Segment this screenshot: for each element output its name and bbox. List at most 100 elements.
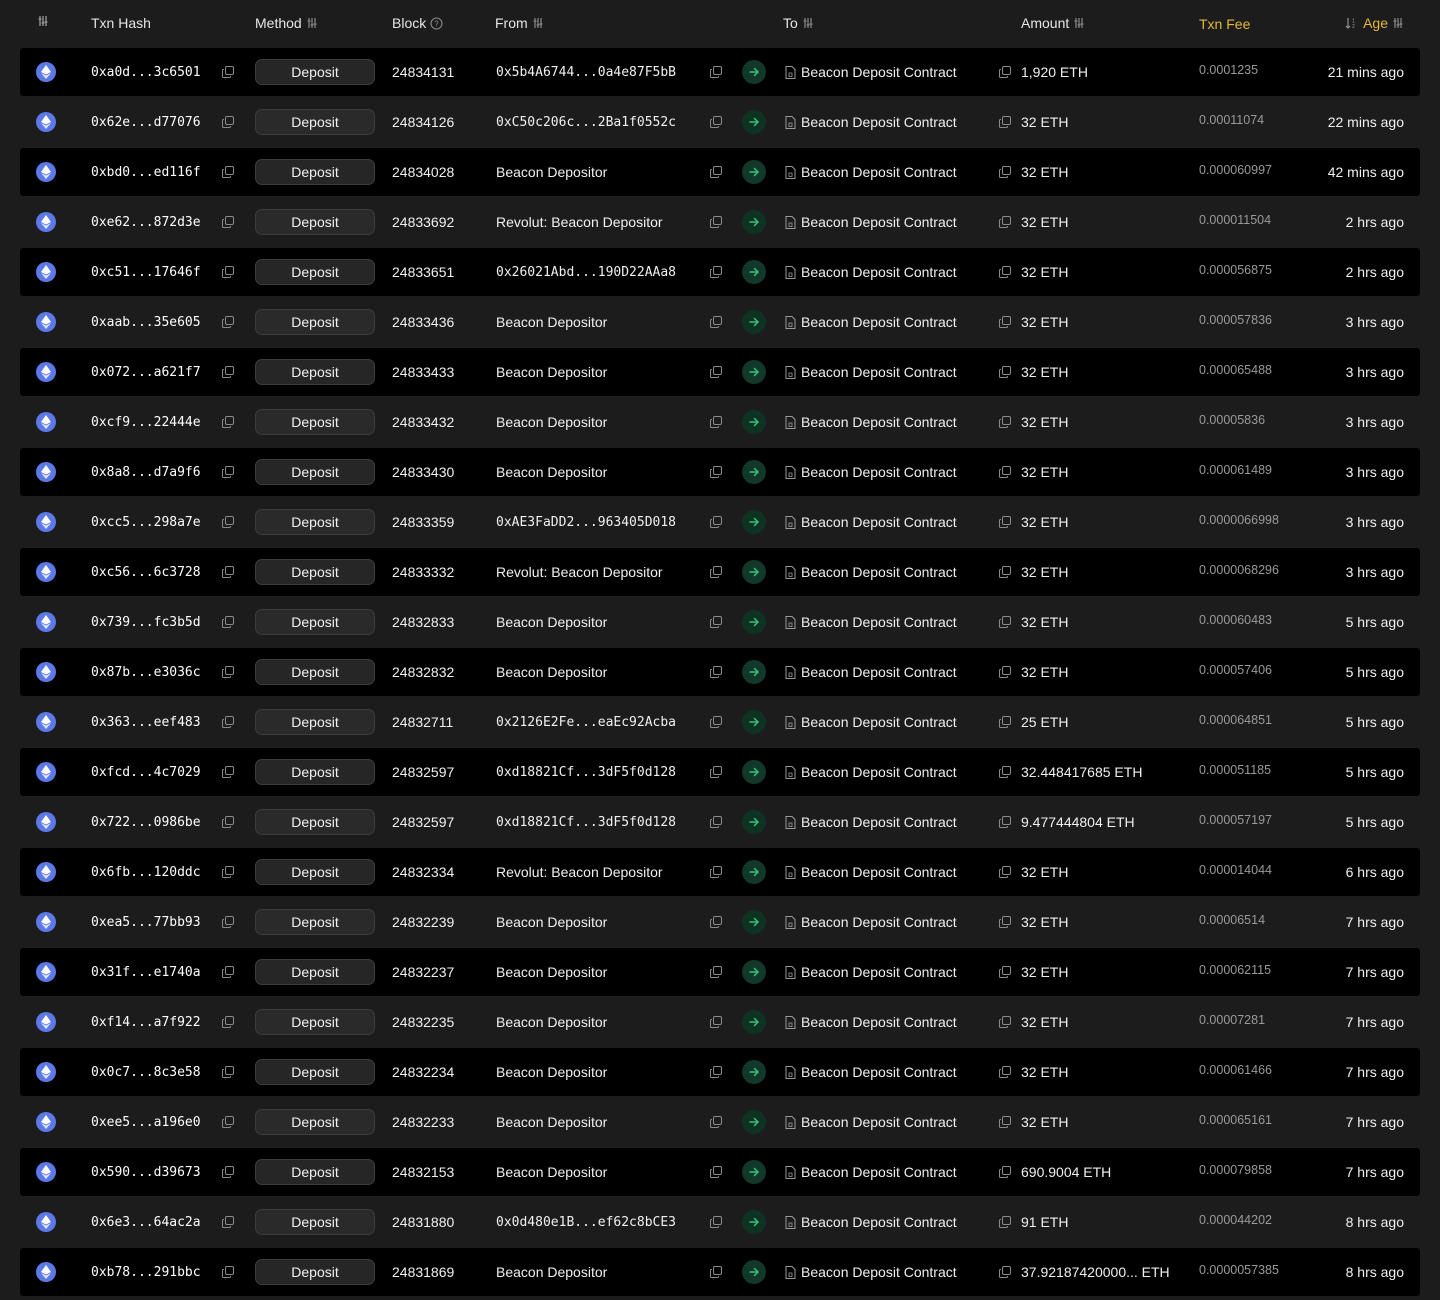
from-address-link[interactable]: Beacon Depositor	[496, 148, 607, 196]
from-address-link[interactable]: Beacon Depositor	[496, 998, 607, 1046]
txn-hash-link[interactable]: 0x0c7...8c3e58	[91, 1048, 201, 1096]
txn-hash-link[interactable]: 0x722...0986be	[91, 798, 201, 846]
copy-icon[interactable]	[999, 366, 1011, 378]
txn-hash-link[interactable]: 0x31f...e1740a	[91, 948, 201, 996]
header-txn-fee[interactable]: Txn Fee	[1199, 16, 1250, 32]
from-address-link[interactable]: Beacon Depositor	[496, 1248, 607, 1296]
txn-hash-link[interactable]: 0x87b...e3036c	[91, 648, 201, 696]
copy-icon[interactable]	[999, 666, 1011, 678]
to-address-link[interactable]: Beacon Deposit Contract	[785, 948, 957, 996]
from-address-link[interactable]: 0xAE3FaDD2...963405D018	[496, 498, 676, 546]
header-to[interactable]: To	[783, 15, 814, 31]
to-address-link[interactable]: Beacon Deposit Contract	[785, 598, 957, 646]
block-link[interactable]: 24832597	[392, 748, 454, 796]
filter-icon[interactable]	[532, 17, 544, 29]
copy-icon[interactable]	[222, 866, 234, 878]
copy-icon[interactable]	[999, 766, 1011, 778]
copy-icon[interactable]	[710, 766, 722, 778]
txn-hash-link[interactable]: 0x6e3...64ac2a	[91, 1198, 201, 1246]
copy-icon[interactable]	[710, 116, 722, 128]
from-address-link[interactable]: 0xC50c206c...2Ba1f0552c	[496, 98, 676, 146]
block-link[interactable]: 24831869	[392, 1248, 454, 1296]
to-address-link[interactable]: Beacon Deposit Contract	[785, 748, 957, 796]
copy-icon[interactable]	[222, 766, 234, 778]
copy-icon[interactable]	[999, 166, 1011, 178]
copy-icon[interactable]	[999, 516, 1011, 528]
copy-icon[interactable]	[222, 616, 234, 628]
copy-icon[interactable]	[222, 916, 234, 928]
from-address-link[interactable]: Revolut: Beacon Depositor	[496, 198, 663, 246]
copy-icon[interactable]	[999, 1166, 1011, 1178]
copy-icon[interactable]	[999, 616, 1011, 628]
copy-icon[interactable]	[222, 816, 234, 828]
copy-icon[interactable]	[222, 266, 234, 278]
copy-icon[interactable]	[999, 1016, 1011, 1028]
block-link[interactable]: 24833359	[392, 498, 454, 546]
copy-icon[interactable]	[999, 816, 1011, 828]
from-address-link[interactable]: Beacon Depositor	[496, 598, 607, 646]
copy-icon[interactable]	[222, 416, 234, 428]
copy-icon[interactable]	[710, 316, 722, 328]
copy-icon[interactable]	[222, 966, 234, 978]
to-address-link[interactable]: Beacon Deposit Contract	[785, 698, 957, 746]
to-address-link[interactable]: Beacon Deposit Contract	[785, 198, 957, 246]
to-address-link[interactable]: Beacon Deposit Contract	[785, 1048, 957, 1096]
copy-icon[interactable]	[710, 366, 722, 378]
copy-icon[interactable]	[710, 266, 722, 278]
copy-icon[interactable]	[222, 1116, 234, 1128]
from-address-link[interactable]: Revolut: Beacon Depositor	[496, 848, 663, 896]
to-address-link[interactable]: Beacon Deposit Contract	[785, 648, 957, 696]
from-address-link[interactable]: Beacon Depositor	[496, 648, 607, 696]
copy-icon[interactable]	[222, 66, 234, 78]
header-from[interactable]: From	[495, 15, 544, 31]
block-link[interactable]: 24834131	[392, 48, 454, 96]
copy-icon[interactable]	[222, 666, 234, 678]
copy-icon[interactable]	[710, 716, 722, 728]
copy-icon[interactable]	[710, 166, 722, 178]
copy-icon[interactable]	[710, 1266, 722, 1278]
copy-icon[interactable]	[999, 1266, 1011, 1278]
from-address-link[interactable]: Beacon Depositor	[496, 348, 607, 396]
to-address-link[interactable]: Beacon Deposit Contract	[785, 1148, 957, 1196]
copy-icon[interactable]	[710, 1016, 722, 1028]
block-link[interactable]: 24833430	[392, 448, 454, 496]
txn-hash-link[interactable]: 0xb78...291bbc	[91, 1248, 201, 1296]
to-address-link[interactable]: Beacon Deposit Contract	[785, 998, 957, 1046]
to-address-link[interactable]: Beacon Deposit Contract	[785, 898, 957, 946]
from-address-link[interactable]: 0x0d480e1B...ef62c8bCE3	[496, 1198, 676, 1246]
copy-icon[interactable]	[999, 216, 1011, 228]
from-address-link[interactable]: Beacon Depositor	[496, 298, 607, 346]
from-address-link[interactable]: 0xd18821Cf...3dF5f0d128	[496, 748, 676, 796]
block-link[interactable]: 24832234	[392, 1048, 454, 1096]
copy-icon[interactable]	[999, 1216, 1011, 1228]
block-link[interactable]: 24833436	[392, 298, 454, 346]
txn-hash-link[interactable]: 0xf14...a7f922	[91, 998, 201, 1046]
header-age[interactable]: 12 Age	[1345, 15, 1404, 31]
copy-icon[interactable]	[222, 716, 234, 728]
to-address-link[interactable]: Beacon Deposit Contract	[785, 1098, 957, 1146]
copy-icon[interactable]	[222, 516, 234, 528]
txn-hash-link[interactable]: 0xcc5...298a7e	[91, 498, 201, 546]
txn-hash-link[interactable]: 0x6fb...120ddc	[91, 848, 201, 896]
block-link[interactable]: 24832334	[392, 848, 454, 896]
copy-icon[interactable]	[710, 466, 722, 478]
copy-icon[interactable]	[222, 116, 234, 128]
from-address-link[interactable]: Beacon Depositor	[496, 1048, 607, 1096]
block-link[interactable]: 24832235	[392, 998, 454, 1046]
block-link[interactable]: 24832711	[392, 698, 453, 746]
sort-icon[interactable]: 12	[1345, 17, 1359, 29]
copy-icon[interactable]	[710, 866, 722, 878]
copy-icon[interactable]	[710, 666, 722, 678]
txn-hash-link[interactable]: 0xc51...17646f	[91, 248, 201, 296]
copy-icon[interactable]	[710, 816, 722, 828]
to-address-link[interactable]: Beacon Deposit Contract	[785, 548, 957, 596]
block-link[interactable]: 24833692	[392, 198, 454, 246]
copy-icon[interactable]	[710, 1216, 722, 1228]
copy-icon[interactable]	[999, 916, 1011, 928]
copy-icon[interactable]	[222, 466, 234, 478]
filter-icon[interactable]	[1073, 17, 1085, 29]
txn-hash-link[interactable]: 0xc56...6c3728	[91, 548, 201, 596]
txn-hash-link[interactable]: 0xe62...872d3e	[91, 198, 201, 246]
copy-icon[interactable]	[710, 1116, 722, 1128]
column-options-icon[interactable]	[37, 15, 49, 27]
